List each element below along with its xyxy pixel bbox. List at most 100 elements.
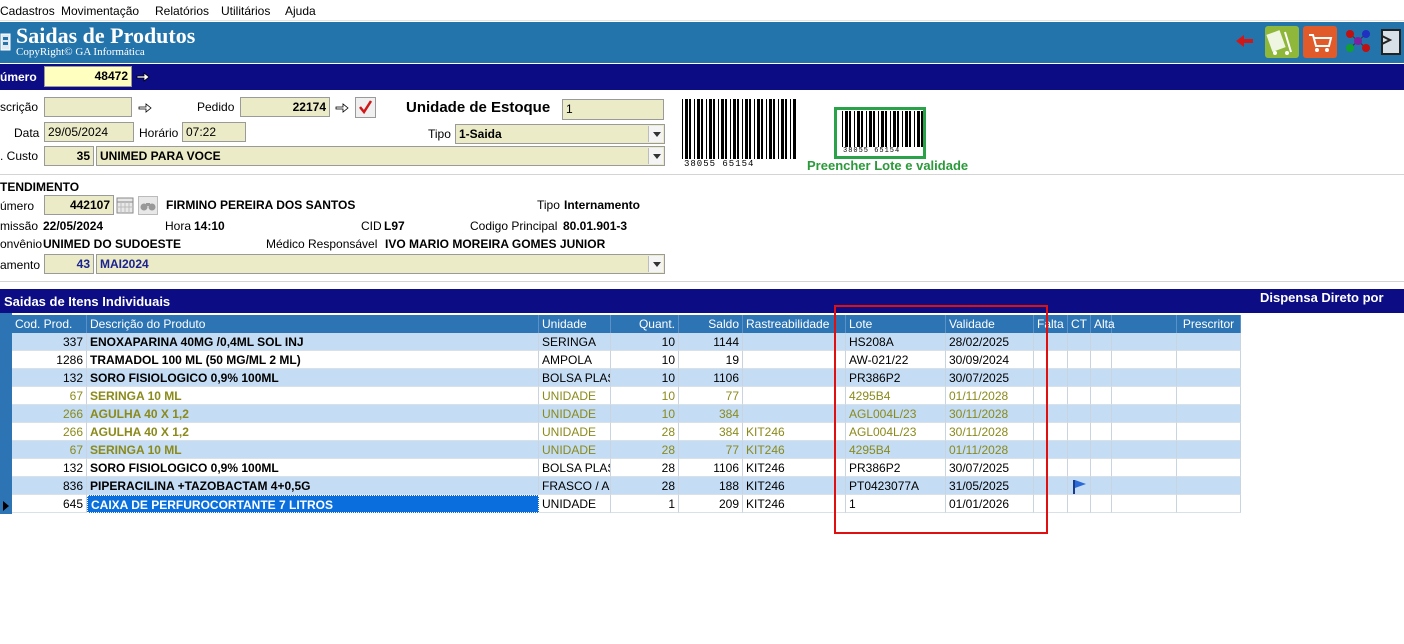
cell-quant[interactable]: 10 xyxy=(611,387,679,405)
table-row[interactable]: 266 AGULHA 40 X 1,2 UNIDADE 28 384 KIT246 AGL0… xyxy=(12,423,1241,441)
table-row[interactable]: 645 CAIXA DE PERFUROCORTANTE 7 LITROS UNID… xyxy=(12,495,1241,513)
cell-desc[interactable]: PIPERACILINA +TAZOBACTAM 4+0,5G xyxy=(87,477,539,495)
cell-ct[interactable] xyxy=(1068,405,1091,423)
cell-unid[interactable]: BOLSA PLAS xyxy=(539,369,611,387)
cell-presc[interactable] xyxy=(1177,441,1241,459)
cell-unid[interactable]: UNIDADE xyxy=(539,423,611,441)
cell-x[interactable] xyxy=(1112,387,1177,405)
cell-presc[interactable] xyxy=(1177,405,1241,423)
cell-alta[interactable] xyxy=(1091,351,1112,369)
confirm-check-icon[interactable] xyxy=(355,97,376,118)
table-row[interactable]: 266 AGULHA 40 X 1,2 UNIDADE 10 384 AGL004L/23… xyxy=(12,405,1241,423)
col-descricao[interactable]: Descrição do Produto xyxy=(87,315,539,333)
cell-desc[interactable]: AGULHA 40 X 1,2 xyxy=(87,423,539,441)
cell-ct[interactable] xyxy=(1068,333,1091,351)
atend-numero-field[interactable]: 442107 xyxy=(44,195,114,215)
cell-alta[interactable] xyxy=(1091,441,1112,459)
cell-quant[interactable]: 10 xyxy=(611,369,679,387)
cell-quant[interactable]: 28 xyxy=(611,459,679,477)
scanner-icon[interactable] xyxy=(1378,26,1404,58)
cell-saldo[interactable]: 209 xyxy=(679,495,743,513)
cell-unid[interactable]: AMPOLA xyxy=(539,351,611,369)
col-saldo[interactable]: Saldo xyxy=(679,315,743,333)
cell-unid[interactable]: UNIDADE xyxy=(539,495,611,513)
cell-unid[interactable]: UNIDADE xyxy=(539,387,611,405)
cell-rast[interactable] xyxy=(743,387,846,405)
back-arrow-icon[interactable] xyxy=(1236,34,1254,51)
cell-alta[interactable] xyxy=(1091,405,1112,423)
network-icon[interactable] xyxy=(1342,26,1376,58)
faturamento-code-field[interactable]: 43 xyxy=(44,254,94,274)
menu-utilitarios[interactable]: Utilitários xyxy=(221,4,270,18)
cell-ct[interactable] xyxy=(1068,351,1091,369)
cell-quant[interactable]: 10 xyxy=(611,405,679,423)
chevron-down-icon[interactable] xyxy=(648,256,663,272)
cell-saldo[interactable]: 1106 xyxy=(679,369,743,387)
cell-desc[interactable]: SORO FISIOLOGICO 0,9% 100ML xyxy=(87,369,539,387)
cell-unid[interactable]: SERINGA xyxy=(539,333,611,351)
cell-desc[interactable]: SERINGA 10 ML xyxy=(87,387,539,405)
cell-desc[interactable]: AGULHA 40 X 1,2 xyxy=(87,405,539,423)
cell-quant[interactable]: 1 xyxy=(611,495,679,513)
cart-hand-icon[interactable] xyxy=(1265,26,1299,58)
cell-rast[interactable] xyxy=(743,351,846,369)
cell-quant[interactable]: 28 xyxy=(611,423,679,441)
chevron-down-icon[interactable] xyxy=(648,148,663,164)
cell-x[interactable] xyxy=(1112,333,1177,351)
cell-unid[interactable]: UNIDADE xyxy=(539,405,611,423)
cell-saldo[interactable]: 384 xyxy=(679,405,743,423)
cell-alta[interactable] xyxy=(1091,369,1112,387)
cell-quant[interactable]: 10 xyxy=(611,333,679,351)
table-row[interactable]: 67 SERINGA 10 ML UNIDADE 10 77 4295B4 01/11/20… xyxy=(12,387,1241,405)
menu-ajuda[interactable]: Ajuda xyxy=(285,4,316,18)
cell-x[interactable] xyxy=(1112,495,1177,513)
unidade-estoque-field[interactable]: 1 xyxy=(562,99,664,120)
table-row[interactable]: 337 ENOXAPARINA 40MG /0,4ML SOL INJ SERING… xyxy=(12,333,1241,351)
cell-presc[interactable] xyxy=(1177,495,1241,513)
inscricao-field[interactable] xyxy=(44,97,132,117)
cell-unid[interactable]: UNIDADE xyxy=(539,441,611,459)
cell-cod[interactable]: 266 xyxy=(12,405,87,423)
calendar-icon[interactable] xyxy=(116,196,134,214)
cell-rast[interactable] xyxy=(743,405,846,423)
shopping-cart-icon[interactable] xyxy=(1303,26,1337,58)
cell-saldo[interactable]: 19 xyxy=(679,351,743,369)
cell-saldo[interactable]: 188 xyxy=(679,477,743,495)
cell-x[interactable] xyxy=(1112,369,1177,387)
cell-quant[interactable]: 10 xyxy=(611,351,679,369)
binoculars-icon[interactable] xyxy=(138,196,158,215)
cell-desc[interactable]: CAIXA DE PERFUROCORTANTE 7 LITROS xyxy=(87,495,539,513)
inscricao-pointer-icon[interactable] xyxy=(138,102,152,117)
cell-saldo[interactable]: 384 xyxy=(679,423,743,441)
cell-ct[interactable] xyxy=(1068,477,1091,495)
cell-cod[interactable]: 337 xyxy=(12,333,87,351)
col-ct[interactable]: CT xyxy=(1068,315,1091,333)
cell-presc[interactable] xyxy=(1177,351,1241,369)
cell-alta[interactable] xyxy=(1091,495,1112,513)
cell-saldo[interactable]: 77 xyxy=(679,387,743,405)
cell-cod[interactable]: 132 xyxy=(12,459,87,477)
cell-desc[interactable]: TRAMADOL 100 ML (50 MG/ML 2 ML) xyxy=(87,351,539,369)
cell-cod[interactable]: 266 xyxy=(12,423,87,441)
cell-rast[interactable]: KIT246 xyxy=(743,423,846,441)
col-blank[interactable] xyxy=(1112,315,1177,333)
cell-presc[interactable] xyxy=(1177,477,1241,495)
cell-quant[interactable]: 28 xyxy=(611,477,679,495)
cell-quant[interactable]: 28 xyxy=(611,441,679,459)
custo-select[interactable]: UNIMED PARA VOCE xyxy=(96,146,665,166)
menu-cadastros[interactable]: Cadastros xyxy=(0,4,55,18)
cell-desc[interactable]: SORO FISIOLOGICO 0,9% 100ML xyxy=(87,459,539,477)
menu-relatorios[interactable]: Relatórios xyxy=(155,4,209,18)
cell-presc[interactable] xyxy=(1177,333,1241,351)
cell-cod[interactable]: 132 xyxy=(12,369,87,387)
data-field[interactable]: 29/05/2024 xyxy=(44,122,134,142)
cell-x[interactable] xyxy=(1112,351,1177,369)
numero-field[interactable]: 48472 xyxy=(44,66,132,87)
cell-rast[interactable]: KIT246 xyxy=(743,441,846,459)
custo-code-field[interactable]: 35 xyxy=(44,146,94,166)
tipo-select[interactable]: 1-Saida xyxy=(455,124,665,144)
cell-presc[interactable] xyxy=(1177,387,1241,405)
cell-desc[interactable]: SERINGA 10 ML xyxy=(87,441,539,459)
cell-rast[interactable] xyxy=(743,333,846,351)
cell-x[interactable] xyxy=(1112,459,1177,477)
